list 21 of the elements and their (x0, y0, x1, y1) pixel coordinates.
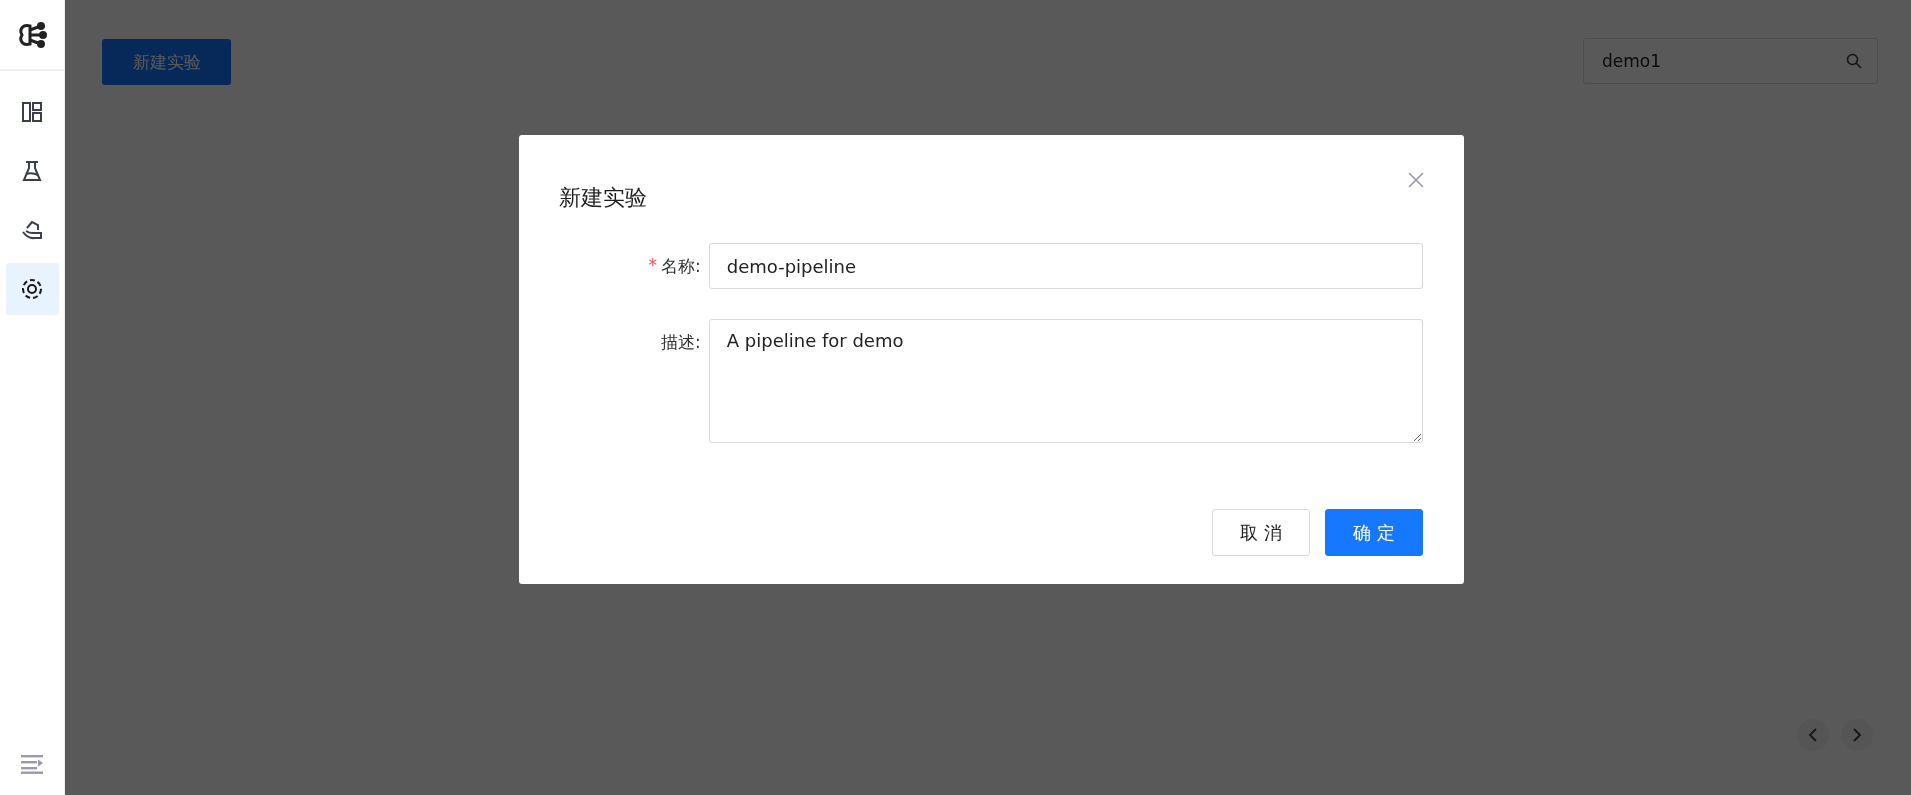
description-field[interactable]: A pipeline for demo (708, 319, 1423, 443)
logo-icon (17, 19, 47, 50)
chevron-left-icon (1808, 727, 1818, 743)
chevron-right-icon (1852, 727, 1862, 743)
close-icon[interactable] (1408, 172, 1424, 188)
cancel-button[interactable]: 取 消 (1212, 509, 1310, 556)
previous-button[interactable] (1797, 719, 1829, 751)
name-field[interactable]: demo-pipeline (708, 243, 1423, 289)
hand-icon (21, 219, 43, 241)
menu-icon[interactable] (21, 754, 43, 774)
field-label: 描述: (661, 331, 701, 354)
dashboard-icon (21, 101, 43, 123)
sidebar-item[interactable] (5, 263, 59, 315)
target-icon (21, 278, 43, 300)
confirm-button[interactable]: 确 定 (1325, 509, 1423, 556)
flask-icon (21, 160, 43, 182)
dialog-title: 新建实验 (559, 184, 647, 212)
field-label: 名称: (661, 255, 701, 278)
search-icon[interactable] (1846, 53, 1862, 69)
required-mark: * (648, 255, 658, 277)
next-button[interactable] (1841, 719, 1873, 751)
